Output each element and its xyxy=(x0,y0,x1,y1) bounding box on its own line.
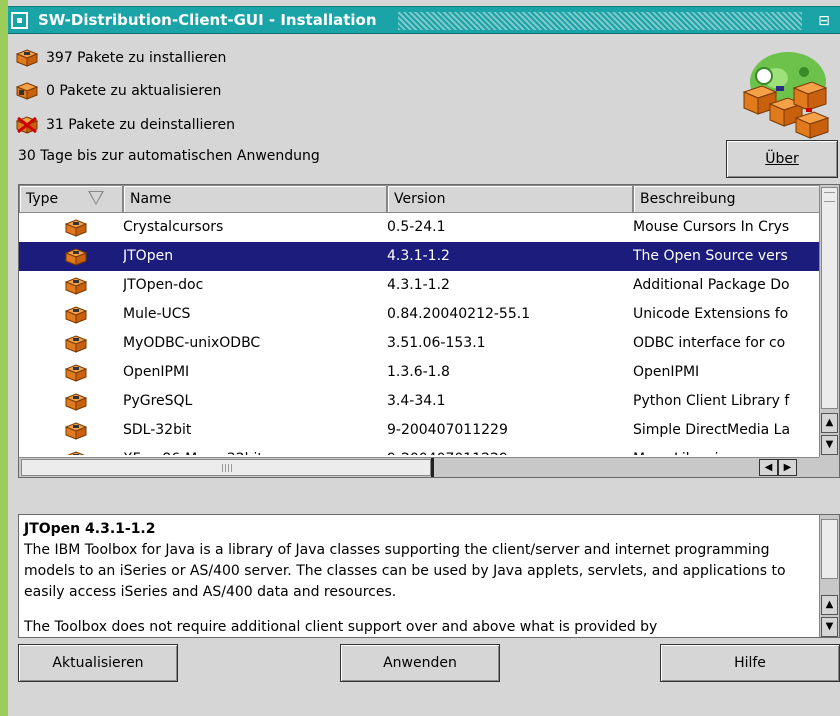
table-header: Type Name Version Beschreibung xyxy=(19,185,823,213)
package-box-icon xyxy=(65,213,91,242)
package-box-icon xyxy=(65,271,91,300)
package-version-cell: 1.3.6-1.8 xyxy=(387,364,450,380)
package-description-cell: Simple DirectMedia La xyxy=(633,422,791,438)
package-description-paragraph: The Toolbox does not require additional … xyxy=(24,619,658,635)
scrollbar-divider xyxy=(431,458,434,477)
remove-count-text: 31 Pakete zu deinstallieren xyxy=(46,117,235,133)
table-row[interactable]: Mule-UCS 0.84.20040212-55.1 Unicode Extens… xyxy=(19,300,819,329)
package-description-cell: Python Client Library f xyxy=(633,393,790,409)
window-menu-icon[interactable] xyxy=(11,12,28,29)
package-description-title: JTOpen 4.3.1-1.2 xyxy=(24,521,156,537)
column-header-description[interactable]: Beschreibung xyxy=(633,185,823,213)
table-row[interactable]: JTOpen-doc 4.3.1-1.2 Additional Package Do xyxy=(19,271,819,300)
package-version-cell: 4.3.1-1.2 xyxy=(387,277,450,293)
description-scroll-thumb[interactable] xyxy=(821,519,838,579)
package-name-cell: MyODBC-unixODBC xyxy=(123,335,261,351)
package-update-icon xyxy=(15,82,39,100)
package-description-text: JTOpen 4.3.1-1.2 The IBM Toolbox for Jav… xyxy=(24,519,812,637)
package-description-paragraph: The IBM Toolbox for Java is a library of… xyxy=(24,542,786,600)
package-name-cell: JTOpen-doc xyxy=(123,277,204,293)
apply-button-label: Anwenden xyxy=(383,655,457,671)
help-button-label: Hilfe xyxy=(734,655,766,671)
suse-packages-logo xyxy=(736,48,832,140)
update-button-label: Aktualisieren xyxy=(52,655,144,671)
scroll-left-arrow-icon[interactable]: ◀ xyxy=(759,459,778,476)
package-version-cell: 9-200407011229 xyxy=(387,445,627,455)
package-name-cell: SDL-32bit xyxy=(123,422,192,438)
update-count-text: 0 Pakete zu aktualisieren xyxy=(46,83,222,99)
table-row[interactable]: XFree86-Mesa-32bit 9-200407011229 Mesa Lib… xyxy=(19,445,819,455)
about-button[interactable]: Über xyxy=(726,140,838,178)
desktop-edge xyxy=(0,0,8,716)
sort-descending-icon[interactable] xyxy=(88,191,104,205)
title-bar-grip xyxy=(398,12,802,30)
table-row[interactable]: Crystalcursors 0.5-24.1 Mouse Cursors In C… xyxy=(19,213,819,242)
help-button[interactable]: Hilfe xyxy=(660,644,840,682)
package-version-cell: 9-200407011229 xyxy=(387,422,508,438)
scroll-down-arrow-icon[interactable]: ▼ xyxy=(821,435,838,455)
table-vertical-scrollbar[interactable]: ▲ ▼ xyxy=(819,185,839,457)
update-count-line: 0 Pakete zu aktualisieren xyxy=(15,79,222,103)
scroll-down-arrow-icon[interactable]: ▼ xyxy=(821,617,838,637)
package-version-cell: 3.4-34.1 xyxy=(387,393,446,409)
table-row[interactable]: MyODBC-unixODBC 3.51.06-153.1 ODBC interfa… xyxy=(19,329,819,358)
table-row[interactable]: JTOpen 4.3.1-1.2 The Open Source vers xyxy=(19,242,819,271)
package-name-cell: JTOpen xyxy=(123,248,174,264)
title-bar[interactable]: SW-Distribution-Client-GUI - Installatio… xyxy=(8,6,840,34)
column-header-version[interactable]: Version xyxy=(387,185,633,213)
package-version-cell: 4.3.1-1.2 xyxy=(387,248,450,264)
package-description-cell: ODBC interface for co xyxy=(633,335,786,351)
table-row[interactable]: OpenIPMI 1.3.6-1.8 OpenIPMI xyxy=(19,358,819,387)
scroll-up-arrow-icon[interactable]: ▲ xyxy=(821,595,838,615)
installation-window: SW-Distribution-Client-GUI - Installatio… xyxy=(8,0,840,716)
package-box-icon xyxy=(65,300,91,329)
package-version-cell: 0.5-24.1 xyxy=(387,219,446,235)
column-header-name[interactable]: Name xyxy=(123,185,387,213)
package-box-icon xyxy=(65,445,91,455)
package-box-icon xyxy=(65,242,91,271)
scroll-up-arrow-icon[interactable]: ▲ xyxy=(821,413,838,433)
table-horizontal-scroll-thumb[interactable] xyxy=(21,459,431,476)
package-box-icon xyxy=(65,358,91,387)
install-count-text: 397 Pakete zu installieren xyxy=(46,50,227,66)
package-name-cell: XFree86-Mesa-32bit xyxy=(123,445,379,455)
package-name-cell: Crystalcursors xyxy=(123,219,224,235)
table-body: Crystalcursors 0.5-24.1 Mouse Cursors In C… xyxy=(19,213,819,455)
maximize-icon[interactable]: ⊟ xyxy=(814,12,834,30)
package-version-cell: 3.51.06-153.1 xyxy=(387,335,486,351)
package-box-icon xyxy=(65,329,91,358)
description-vertical-scrollbar[interactable]: ▲ ▼ xyxy=(819,515,839,637)
auto-apply-countdown: 30 Tage bis zur automatischen Anwendung xyxy=(18,148,320,164)
scrollbar-corner xyxy=(819,457,839,477)
package-box-icon xyxy=(65,387,91,416)
package-description-cell: Mesa Libraries xyxy=(633,445,819,455)
package-description-cell: The Open Source vers xyxy=(633,248,788,264)
package-name-cell: PyGreSQL xyxy=(123,393,193,409)
remove-count-line: 31 Pakete zu deinstallieren xyxy=(15,113,235,137)
table-horizontal-scrollbar[interactable]: ◀ ▶ xyxy=(19,457,819,477)
package-description-cell: Additional Package Do xyxy=(633,277,790,293)
package-description-cell: Unicode Extensions fo xyxy=(633,306,789,322)
table-vertical-scroll-thumb[interactable] xyxy=(821,187,838,409)
package-description-pane[interactable]: JTOpen 4.3.1-1.2 The IBM Toolbox for Jav… xyxy=(18,514,840,638)
package-box-icon xyxy=(15,49,39,67)
install-count-line: 397 Pakete zu installieren xyxy=(15,46,227,70)
package-remove-icon xyxy=(15,116,39,134)
apply-button[interactable]: Anwenden xyxy=(340,644,500,682)
table-row[interactable]: PyGreSQL 3.4-34.1 Python Client Library f xyxy=(19,387,819,416)
package-version-cell: 0.84.20040212-55.1 xyxy=(387,306,531,322)
column-header-type[interactable]: Type xyxy=(19,185,123,213)
window-title: SW-Distribution-Client-GUI - Installatio… xyxy=(38,11,377,29)
scroll-right-arrow-icon[interactable]: ▶ xyxy=(778,459,797,476)
package-table[interactable]: Type Name Version Beschreibung Crystalcu… xyxy=(18,184,840,478)
package-name-cell: Mule-UCS xyxy=(123,306,191,322)
about-button-label: Über xyxy=(765,151,799,167)
table-row[interactable]: SDL-32bit 9-200407011229 Simple DirectMedi… xyxy=(19,416,819,445)
package-name-cell: OpenIPMI xyxy=(123,364,190,380)
package-box-icon xyxy=(65,416,91,445)
package-description-cell: Mouse Cursors In Crys xyxy=(633,219,790,235)
package-description-cell: OpenIPMI xyxy=(633,364,700,380)
update-button[interactable]: Aktualisieren xyxy=(18,644,178,682)
